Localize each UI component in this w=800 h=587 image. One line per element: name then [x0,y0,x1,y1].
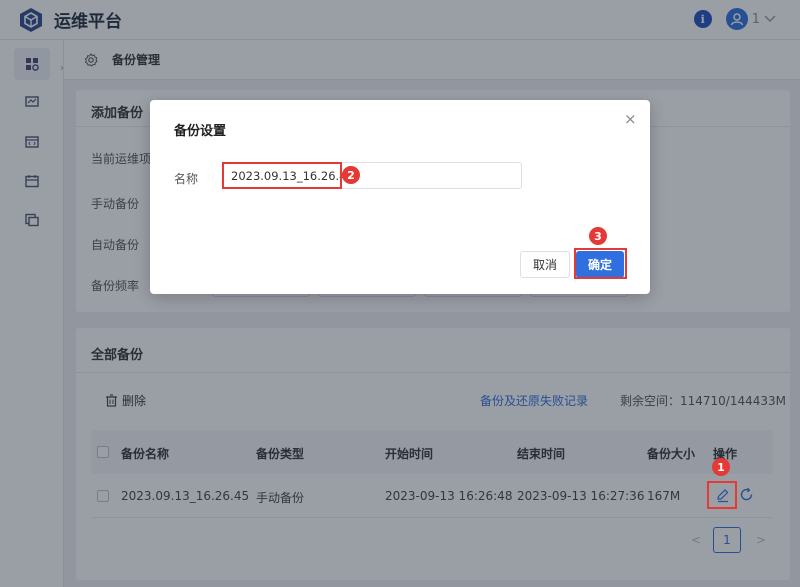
step-badge-3: 3 [589,227,607,245]
step-badge-1: 1 [712,458,730,476]
confirm-button[interactable]: 确定 [576,251,624,278]
dialog-title: 备份设置 [174,124,227,139]
name-label: 名称 [174,172,199,186]
close-icon[interactable]: × [624,112,638,127]
step-badge-2: 2 [342,166,360,184]
cancel-button[interactable]: 取消 [520,251,570,278]
backup-name-input[interactable] [222,162,522,189]
backup-settings-dialog: 备份设置 × 名称 取消 确定 [150,100,650,294]
